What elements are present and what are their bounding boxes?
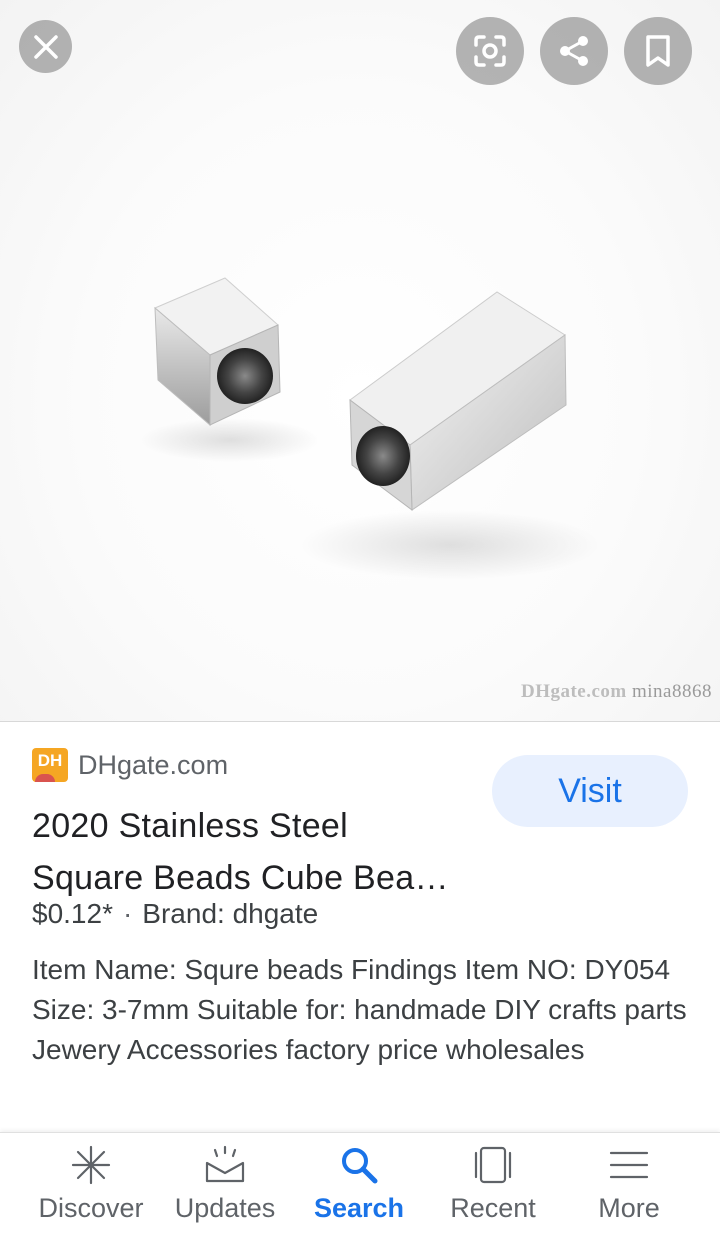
price: $0.12* <box>32 898 113 929</box>
product-image[interactable]: DHgate.com mina8868 <box>0 0 720 722</box>
brand: Brand: dhgate <box>142 898 319 929</box>
nav-search[interactable]: Search <box>289 1133 429 1234</box>
nav-discover[interactable]: Discover <box>21 1133 161 1234</box>
nav-label-discover: Discover <box>38 1193 144 1223</box>
watermark-logo: DHgate.com <box>520 681 627 702</box>
close-button[interactable] <box>19 20 72 73</box>
bookmark-icon <box>643 34 673 68</box>
source-row[interactable]: DH DHgate.com <box>32 748 228 782</box>
visit-button[interactable]: Visit <box>492 755 688 827</box>
result-title[interactable]: 2020 Stainless Steel Square Beads Cube B… <box>32 800 492 904</box>
result-description: Item Name: Squre beads Findings Item NO:… <box>32 954 687 1065</box>
close-icon <box>33 34 59 60</box>
nav-label-recent: Recent <box>450 1193 536 1223</box>
divider <box>0 721 720 722</box>
share-icon <box>556 33 592 69</box>
site-favicon: DH <box>32 748 68 782</box>
nav-label-search: Search <box>313 1193 405 1223</box>
nav-more[interactable]: More <box>559 1133 699 1234</box>
title-line-1: 2020 Stainless Steel <box>32 807 348 845</box>
nav-updates[interactable]: Updates <box>155 1133 295 1234</box>
watermark-user: mina8868 <box>632 681 712 702</box>
title-line-2: Square Beads Cube Bea… <box>32 859 449 897</box>
steel-beads-illustration <box>140 277 600 580</box>
nav-label-more: More <box>598 1193 660 1223</box>
share-button[interactable] <box>540 17 608 85</box>
separator: · <box>122 898 133 929</box>
save-button[interactable] <box>624 17 692 85</box>
source-name: DHgate.com <box>78 749 229 780</box>
bottom-nav: Discover Updates Search Recent More <box>0 1132 720 1234</box>
favicon-text: DH <box>37 751 63 770</box>
lens-icon <box>472 33 508 69</box>
image-watermark: DHgate.com mina8868 <box>521 681 712 703</box>
lens-button[interactable] <box>456 17 524 85</box>
nav-label-updates: Updates <box>174 1193 276 1223</box>
price-row: $0.12* · Brand: dhgate <box>32 898 318 930</box>
nav-recent[interactable]: Recent <box>423 1133 563 1234</box>
